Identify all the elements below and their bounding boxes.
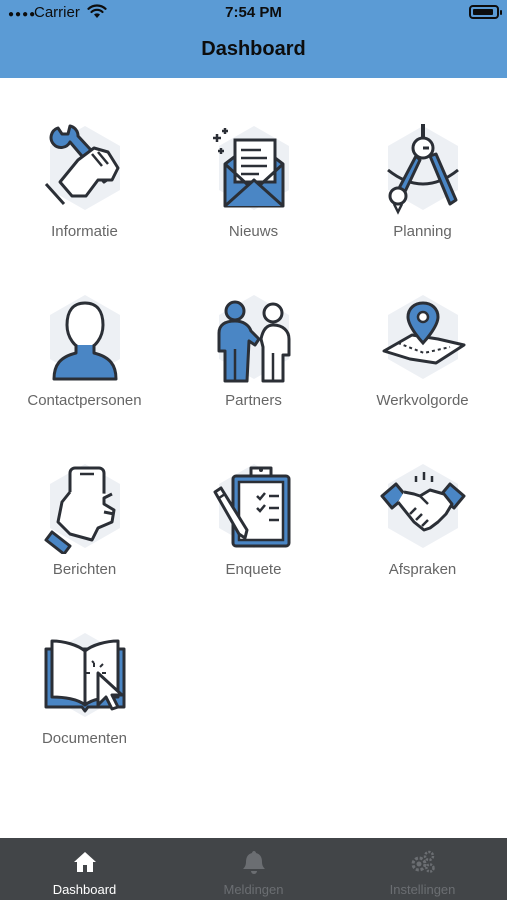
bell-icon — [243, 851, 265, 874]
tile-label: Informatie — [51, 223, 118, 240]
tile-partners[interactable]: Partners — [169, 279, 338, 429]
tile-contactpersonen[interactable]: Contactpersonen — [0, 279, 169, 429]
wrench-hand-icon — [44, 124, 120, 210]
tile-label: Berichten — [52, 561, 117, 578]
page-title: Dashboard — [201, 38, 306, 60]
tab-label: Instellingen — [389, 882, 456, 897]
navigation-bar: ●●●● Carrier 7:54 PM Dashboard — [0, 0, 507, 78]
tile-werkvolgorde[interactable]: Werkvolgorde — [338, 279, 507, 429]
phone-in-hand-icon — [44, 464, 120, 554]
newsletter-envelope-icon — [213, 126, 289, 210]
status-bar: ●●●● Carrier 7:54 PM — [0, 0, 507, 26]
tile-planning[interactable]: Planning — [338, 110, 507, 260]
drafting-compass-icon — [387, 124, 459, 215]
gears-icon — [411, 850, 435, 873]
battery-level — [473, 9, 493, 15]
tile-label: Nieuws — [228, 223, 279, 240]
tile-label: Werkvolgorde — [376, 392, 469, 409]
person-silhouette-icon — [50, 295, 120, 381]
home-icon — [74, 852, 96, 872]
open-book-cursor-icon — [44, 633, 126, 717]
battery-icon — [469, 5, 502, 19]
tile-label: Afspraken — [388, 561, 457, 578]
tab-label: Meldingen — [223, 882, 284, 897]
tab-dashboard[interactable]: Dashboard — [0, 838, 169, 900]
tab-instellingen[interactable]: Instellingen — [338, 838, 507, 900]
tile-nieuws[interactable]: Nieuws — [169, 110, 338, 260]
status-time: 7:54 PM — [225, 4, 282, 21]
tile-informatie[interactable]: Informatie — [0, 110, 169, 260]
tile-berichten[interactable]: Berichten — [0, 448, 169, 598]
tile-label: Contactpersonen — [27, 392, 142, 409]
handshake-icon — [380, 464, 466, 548]
tile-enquete[interactable]: Enquete — [169, 448, 338, 598]
tile-label: Documenten — [41, 730, 128, 747]
tab-label: Dashboard — [52, 882, 117, 897]
tab-bar: Dashboard Meldingen Instellingen — [0, 838, 507, 900]
tile-label: Partners — [225, 392, 282, 409]
map-pin-icon — [382, 295, 466, 379]
tile-documenten[interactable]: Documenten — [0, 617, 169, 767]
tile-afspraken[interactable]: Afspraken — [338, 448, 507, 598]
tile-label: Planning — [393, 223, 452, 240]
clipboard-checklist-icon — [213, 464, 291, 548]
tab-meldingen[interactable]: Meldingen — [169, 838, 338, 900]
tile-label: Enquete — [225, 561, 282, 578]
partners-people-icon — [217, 295, 291, 383]
